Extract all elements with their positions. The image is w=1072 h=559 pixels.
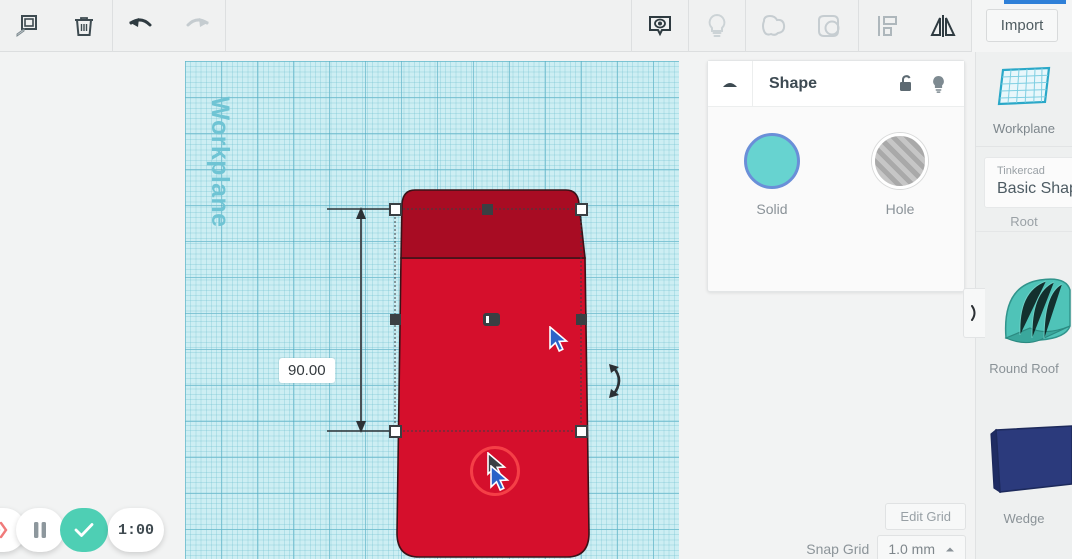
top-toolbar: Import	[0, 0, 1072, 52]
chevron-right-icon	[971, 305, 976, 321]
delete-icon[interactable]	[56, 0, 112, 52]
import-button[interactable]: Import	[985, 9, 1059, 42]
shape-panel-body: Solid Hole	[708, 107, 964, 217]
wedge-label: Wedge	[1003, 511, 1045, 526]
library-sub-label: Tinkercad	[997, 165, 1045, 177]
scene-objects	[185, 61, 679, 559]
chevron-up-icon[interactable]	[708, 61, 753, 106]
shape-panel-title: Shape	[769, 74, 818, 92]
round-roof-icon	[1004, 278, 1071, 344]
move-handle-center[interactable]	[483, 313, 500, 326]
edit-grid-button[interactable]: Edit Grid	[885, 503, 966, 530]
shape-round-roof[interactable]: Round Roof	[976, 232, 1072, 376]
resize-handle-bottom-right[interactable]	[575, 425, 588, 438]
import-area: Import	[972, 0, 1072, 52]
shape-inspector-panel: Shape Solid Hole	[707, 60, 965, 292]
selection-overlay	[327, 207, 582, 433]
duplicate-icon[interactable]	[0, 0, 56, 52]
snap-grid-row: Snap Grid 1.0 mm	[806, 535, 966, 559]
wedge-icon	[990, 425, 1072, 494]
shape-library-select[interactable]: Tinkercad Basic Shapes	[984, 157, 1072, 208]
solid-swatch[interactable]	[744, 133, 800, 189]
resize-handle-bottom-left[interactable]	[389, 425, 402, 438]
resize-handle-top-right[interactable]	[575, 203, 588, 216]
undo-icon[interactable]	[113, 0, 169, 52]
align-icon[interactable]	[859, 0, 915, 52]
chevron-up-icon	[946, 547, 954, 551]
shape-wedge[interactable]: Wedge	[976, 376, 1072, 526]
resize-handle-mid-right[interactable]	[576, 314, 587, 325]
dimension-label[interactable]: 90.00	[279, 358, 335, 383]
confirm-button[interactable]	[60, 508, 108, 552]
round-roof-label: Round Roof	[989, 361, 1059, 376]
solid-option[interactable]: Solid	[720, 133, 824, 217]
show-hide-icon[interactable]	[632, 0, 688, 52]
mirror-icon[interactable]	[915, 0, 971, 52]
redo-icon[interactable]	[169, 0, 225, 52]
click-ripple	[470, 446, 520, 496]
top-accent-bar	[1004, 0, 1066, 4]
hole-swatch[interactable]	[872, 133, 928, 189]
workplane-item-label: Workplane	[993, 121, 1055, 136]
solid-label: Solid	[756, 201, 788, 217]
ungroup-icon[interactable]	[802, 0, 858, 52]
resize-handle-mid-left[interactable]	[390, 314, 401, 325]
hole-option[interactable]: Hole	[848, 133, 952, 217]
resize-handle-top-center[interactable]	[482, 204, 493, 215]
sidebar-item-workplane[interactable]: Workplane	[976, 52, 1072, 147]
rotate-handle[interactable]	[605, 361, 631, 401]
unlock-icon[interactable]	[890, 61, 922, 106]
sidebar-collapse-toggle[interactable]	[963, 288, 985, 338]
shape-panel-header: Shape	[708, 61, 964, 107]
library-root-label: Root	[976, 214, 1072, 232]
hole-label: Hole	[885, 201, 915, 217]
snap-grid-label: Snap Grid	[806, 541, 870, 557]
resize-handle-top-left[interactable]	[389, 203, 402, 216]
workplane-icon	[997, 66, 1051, 106]
shapes-sidebar: Workplane Tinkercad Basic Shapes Root Ro…	[975, 52, 1072, 559]
pause-button[interactable]	[16, 508, 64, 552]
light-bulb-icon[interactable]	[689, 0, 745, 52]
app-root: Import Workplane 90.00 Shape Solid Hole …	[0, 0, 1072, 559]
design-canvas[interactable]: Workplane 90.00 Shape Solid Hole 1:00 Ed…	[0, 52, 975, 559]
light-bulb-icon[interactable]	[922, 61, 954, 106]
snap-grid-select[interactable]: 1.0 mm	[877, 535, 966, 559]
snap-grid-value: 1.0 mm	[888, 541, 935, 557]
group-icon[interactable]	[746, 0, 802, 52]
timer-display[interactable]: 1:00	[108, 508, 164, 552]
library-main-label: Basic Shapes	[997, 180, 1072, 197]
grid-controls: Edit Grid Snap Grid 1.0 mm	[735, 495, 975, 559]
